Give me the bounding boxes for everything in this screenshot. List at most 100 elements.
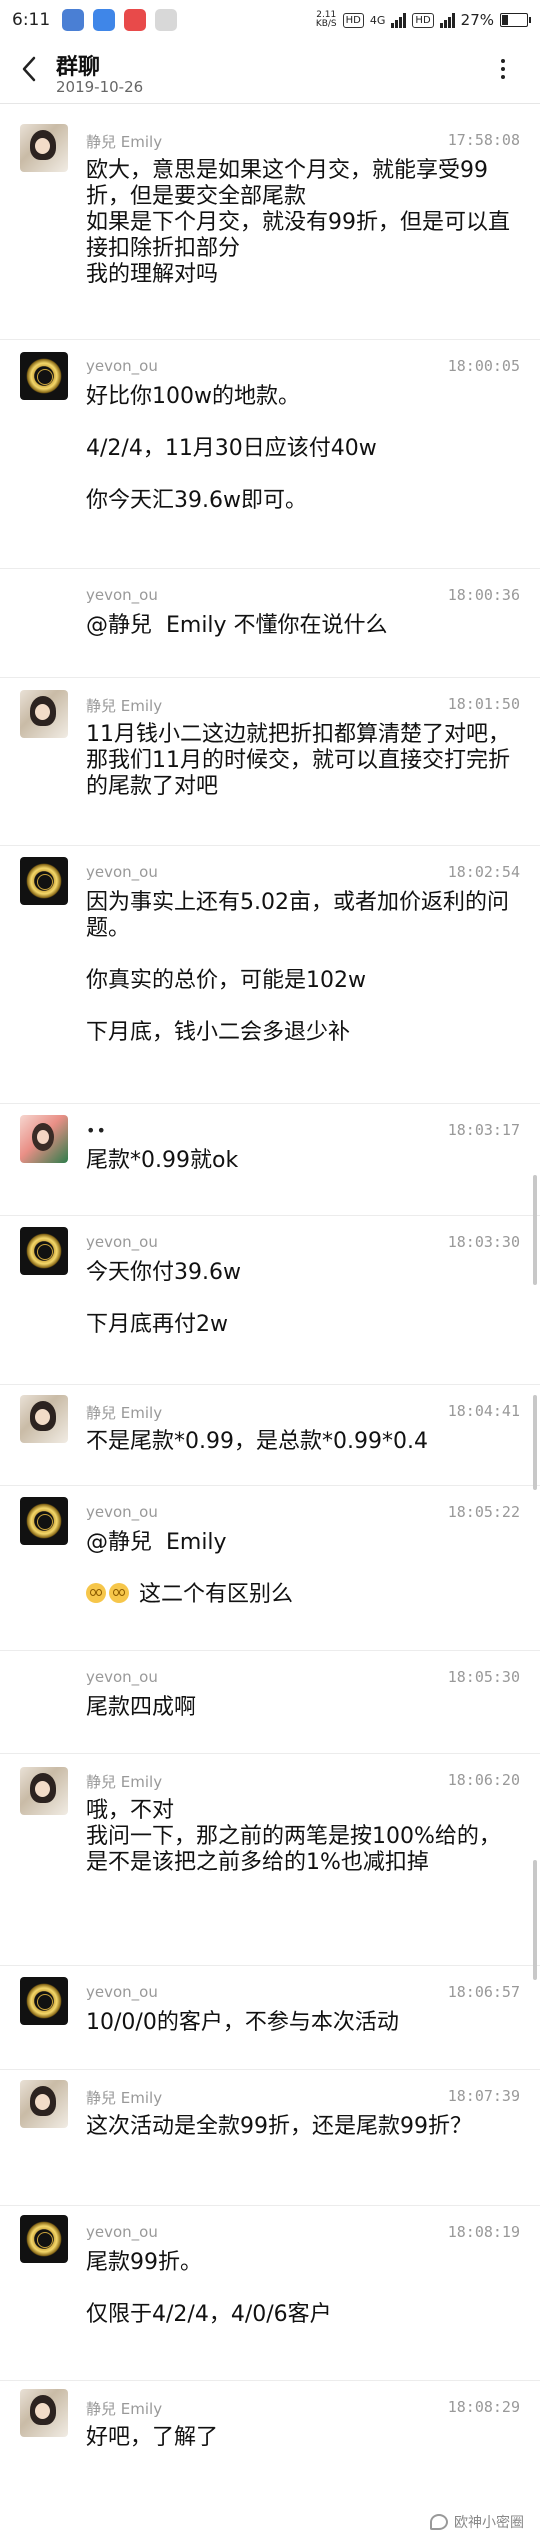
divider bbox=[0, 2205, 540, 2206]
hd-icon: HD bbox=[342, 12, 364, 28]
app-notification-icon bbox=[124, 9, 147, 31]
sender-name: •• bbox=[86, 1121, 107, 1140]
divider bbox=[0, 677, 540, 678]
divider bbox=[0, 2380, 540, 2381]
message-time: 18:00:05 bbox=[447, 357, 520, 375]
more-icon bbox=[501, 67, 505, 71]
avatar[interactable] bbox=[20, 1767, 68, 1815]
message-text: 不是尾款*0.99，是总款*0.99*0.4 bbox=[86, 1429, 428, 1454]
message-text: 因为事实上还有5.02亩，或者加价返利的问题。 你真实的总价，可能是102w 下… bbox=[86, 890, 509, 1045]
chat-header: 群聊 2019-10-26 bbox=[0, 40, 540, 104]
avatar[interactable] bbox=[20, 2389, 68, 2437]
battery-icon bbox=[500, 13, 531, 27]
sender-name: 静兒 Emily bbox=[86, 2089, 163, 2107]
message-text: 尾款四成啊 bbox=[86, 1695, 197, 1720]
divider bbox=[0, 1384, 540, 1385]
sender-name: yevon_ou bbox=[86, 863, 158, 881]
message-text: 好吧，了解了 bbox=[86, 2425, 219, 2450]
back-button[interactable] bbox=[14, 54, 44, 84]
message-text: 欧大，意思是如果这个月交，就能享受99折，但是要交全部尾款 如果是下个月交，就没… bbox=[86, 158, 510, 287]
message-time: 18:00:36 bbox=[447, 586, 520, 604]
divider bbox=[0, 568, 540, 569]
avatar[interactable] bbox=[20, 2215, 68, 2263]
flushed-emoji-icon bbox=[86, 1583, 106, 1603]
avatar[interactable] bbox=[20, 1395, 68, 1443]
sender-name: 静兒 Emily bbox=[86, 697, 163, 715]
page-title: 群聊 bbox=[56, 55, 101, 80]
message-time: 18:06:20 bbox=[447, 1771, 520, 1789]
signal-icon bbox=[391, 12, 407, 28]
battery-percent: 27% bbox=[460, 11, 494, 29]
sender-name: 静兒 Emily bbox=[86, 1773, 163, 1791]
signal-icon bbox=[439, 12, 455, 28]
status-bar: 6:11 2.11 KB/S HD 4G HD 27% bbox=[0, 0, 540, 40]
message-time: 18:05:22 bbox=[447, 1503, 520, 1521]
message-time: 18:08:19 bbox=[447, 2223, 520, 2241]
shield-icon bbox=[93, 9, 116, 31]
message-text: 哦，不对 我问一下，那之前的两笔是按100%给的，是不是该把之前多给的1%也减扣… bbox=[86, 1798, 501, 1875]
status-time: 6:11 bbox=[12, 10, 51, 30]
sender-name: yevon_ou bbox=[86, 357, 158, 375]
divider bbox=[0, 1103, 540, 1104]
more-icon bbox=[501, 59, 505, 63]
message-text: 10/0/0的客户，不参与本次活动 bbox=[86, 2010, 399, 2035]
sender-name: yevon_ou bbox=[86, 1233, 158, 1251]
divider bbox=[0, 1215, 540, 1216]
chevron-left-icon bbox=[22, 56, 36, 82]
divider bbox=[0, 1965, 540, 1966]
avatar[interactable] bbox=[20, 1497, 68, 1545]
chat-date: 2019-10-26 bbox=[56, 78, 144, 96]
avatar[interactable] bbox=[20, 124, 68, 172]
wechat-icon bbox=[430, 2514, 448, 2530]
sender-name: 静兒 Emily bbox=[86, 133, 163, 151]
message-time: 18:01:50 bbox=[447, 695, 520, 713]
divider bbox=[0, 845, 540, 846]
message-time: 18:05:30 bbox=[447, 1668, 520, 1686]
sender-name: yevon_ou bbox=[86, 1668, 158, 1686]
message-text: 今天你付39.6w 下月底再付2w bbox=[86, 1260, 241, 1337]
sender-name: 静兒 Emily bbox=[86, 2400, 163, 2418]
network-type: 4G bbox=[369, 13, 386, 27]
scrollbar[interactable] bbox=[533, 1395, 537, 1490]
message-time: 18:06:57 bbox=[447, 1983, 520, 2001]
scrollbar[interactable] bbox=[533, 1860, 537, 1980]
avatar[interactable] bbox=[20, 2080, 68, 2128]
message-text: 尾款*0.99就ok bbox=[86, 1148, 239, 1173]
app-notification-icon bbox=[155, 9, 178, 31]
divider bbox=[0, 2069, 540, 2070]
message-time: 18:07:39 bbox=[447, 2087, 520, 2105]
message-text: 尾款99折。 仅限于4/2/4，4/0/6客户 bbox=[86, 2250, 332, 2327]
message-time: 18:03:30 bbox=[447, 1233, 520, 1251]
avatar[interactable] bbox=[20, 1977, 68, 2025]
hd-icon: HD bbox=[412, 12, 434, 28]
message-text: 这次活动是全款99折，还是尾款99折？ bbox=[86, 2114, 472, 2139]
network-speed: 2.11 KB/S bbox=[316, 11, 337, 29]
sender-name: yevon_ou bbox=[86, 586, 158, 604]
divider bbox=[0, 1485, 540, 1486]
app-notification-icon bbox=[62, 9, 85, 31]
sender-name: yevon_ou bbox=[86, 1503, 158, 1521]
message-time: 18:04:41 bbox=[447, 1402, 520, 1420]
avatar[interactable] bbox=[20, 352, 68, 400]
divider bbox=[0, 339, 540, 340]
avatar[interactable] bbox=[20, 857, 68, 905]
scrollbar[interactable] bbox=[533, 1175, 537, 1285]
divider bbox=[0, 1753, 540, 1754]
speed-unit: KB/S bbox=[315, 19, 337, 29]
avatar[interactable] bbox=[20, 1115, 68, 1163]
message-text: 好比你100w的地款。 4/2/4，11月30日应该付40w 你今天汇39.6w… bbox=[86, 384, 377, 513]
flushed-emoji-icon bbox=[109, 1583, 129, 1603]
message-text: 11月钱小二这边就把折扣都算清楚了对吧，那我们11月的时候交，就可以直接交打完折… bbox=[86, 722, 510, 799]
more-icon bbox=[501, 75, 505, 79]
message-time: 17:58:08 bbox=[447, 131, 520, 149]
message-time: 18:02:54 bbox=[447, 863, 520, 881]
avatar[interactable] bbox=[20, 690, 68, 738]
message-text: @静兒 Emily 这二个有区别么 bbox=[86, 1530, 293, 1607]
sender-name: yevon_ou bbox=[86, 1983, 158, 2001]
sender-name: 静兒 Emily bbox=[86, 1404, 163, 1422]
message-time: 18:03:17 bbox=[447, 1121, 520, 1139]
watermark: 欧神小密圈 bbox=[430, 2512, 524, 2532]
divider bbox=[0, 1650, 540, 1651]
more-options-button[interactable] bbox=[488, 54, 518, 84]
avatar[interactable] bbox=[20, 1227, 68, 1275]
